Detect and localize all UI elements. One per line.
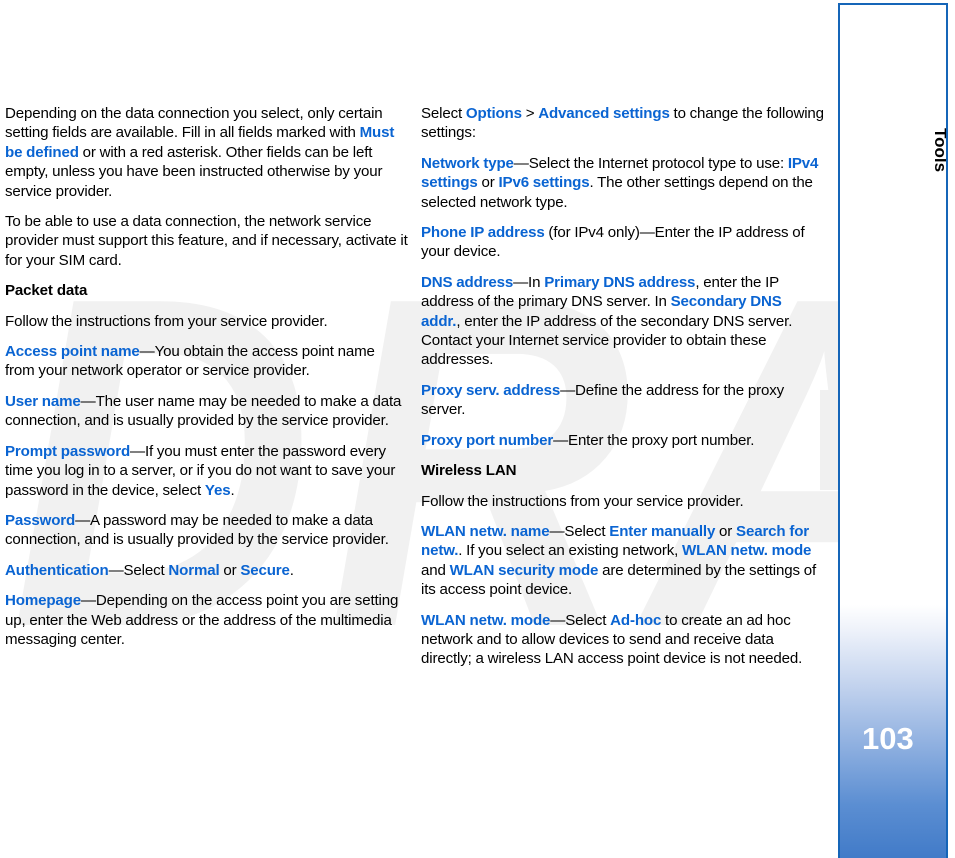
paragraph: Password—A password may be needed to mak… [5, 511, 389, 549]
keyword-term: Access point name [5, 343, 140, 361]
keyword-term: Homepage [5, 592, 81, 610]
left-paragraphs-after-subhead: Follow the instructions from your servic… [5, 312, 408, 650]
right-text-column: Select Options > Advanced settings to ch… [421, 104, 824, 680]
chapter-tab-label: Tools [931, 127, 948, 173]
keyword-term: Proxy serv. address [421, 381, 561, 399]
manual-page: DRAFT Depending on the data connection y… [0, 0, 955, 858]
paragraph: Follow the instructions from your servic… [5, 312, 328, 330]
paragraph: Phone IP address (for IPv4 only)—Enter t… [421, 224, 805, 261]
keyword-term: Network type [421, 154, 514, 172]
right-paragraphs-before-subhead: Select Options > Advanced settings to ch… [421, 104, 824, 450]
keyword-term: Password [5, 511, 76, 529]
paragraph: Access point name—You obtain the access … [5, 343, 375, 380]
keyword-term: Must be defined [5, 124, 395, 161]
paragraph: Network type—Select the Internet protoco… [421, 154, 819, 211]
keyword-term: WLAN security mode [449, 561, 599, 579]
paragraph: WLAN netw. name—Select Enter manually or… [421, 522, 816, 599]
page-number: 103 [862, 721, 914, 756]
keyword-term: Secure [240, 561, 290, 579]
left-text-column: Depending on the data connection you sel… [5, 104, 408, 660]
paragraph: To be able to use a data connection, the… [5, 213, 408, 269]
keyword-term: Options [465, 105, 522, 122]
paragraph: User name—The user name may be needed to… [5, 392, 402, 430]
right-paragraphs-after-subhead: Follow the instructions from your servic… [421, 492, 824, 669]
paragraph: Prompt password—If you must enter the pa… [5, 442, 396, 499]
keyword-term: Advanced settings [538, 105, 670, 122]
keyword-term: User name [5, 392, 81, 410]
paragraph: Depending on the data connection you sel… [5, 105, 395, 200]
keyword-term: Authentication [5, 561, 109, 579]
keyword-term: Enter manually [609, 522, 716, 540]
keyword-term: WLAN netw. mode [421, 611, 551, 629]
paragraph: DNS address—In Primary DNS address, ente… [421, 273, 793, 369]
keyword-term: Prompt password [5, 442, 131, 460]
paragraph: WLAN netw. mode—Select Ad-hoc to create … [421, 611, 803, 668]
subheading-wireless-lan: Wireless LAN [421, 462, 517, 480]
keyword-term: IPv6 settings [498, 174, 590, 192]
paragraph: Proxy port number—Enter the proxy port n… [421, 431, 755, 449]
keyword-term: Primary DNS address [544, 273, 696, 291]
chapter-sidebar: Tools 103 [838, 3, 948, 858]
keyword-term: Phone IP address [421, 224, 545, 242]
paragraph: Proxy serv. address—Define the address f… [421, 381, 785, 419]
keyword-term: DNS address [421, 273, 514, 291]
keyword-term: Normal [168, 561, 220, 579]
paragraph: Homepage—Depending on the access point y… [5, 592, 399, 648]
subheading-packet-data: Packet data [5, 282, 88, 300]
paragraph: Select Options > Advanced settings to ch… [421, 105, 824, 142]
keyword-term: WLAN netw. name [421, 522, 550, 540]
paragraph: Follow the instructions from your servic… [421, 492, 744, 510]
keyword-term: Yes [204, 481, 231, 499]
keyword-term: Ad-hoc [610, 611, 662, 629]
keyword-term: WLAN netw. mode [682, 542, 812, 560]
left-paragraphs-before-subhead: Depending on the data connection you sel… [5, 104, 408, 270]
page-content: Depending on the data connection you sel… [0, 0, 838, 858]
keyword-term: Secondary DNS addr. [421, 293, 782, 330]
keyword-term: Proxy port number [421, 431, 554, 449]
paragraph: Authentication—Select Normal or Secure. [5, 561, 294, 579]
